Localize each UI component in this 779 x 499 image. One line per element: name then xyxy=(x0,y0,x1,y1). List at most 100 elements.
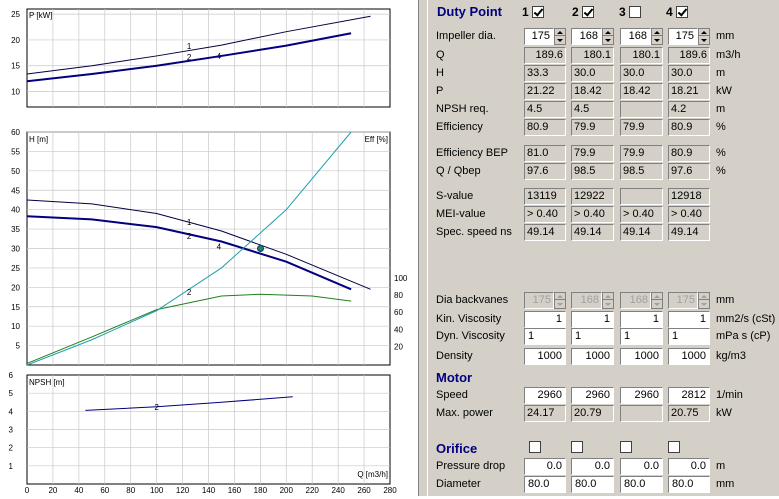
npsh-ytick-4: 4 xyxy=(9,407,14,416)
s-value-label: S-value xyxy=(436,190,474,202)
dia-backvanes-unit: mm xyxy=(716,294,735,306)
head-y2tick-60: 60 xyxy=(394,308,403,317)
density-value-3[interactable]: 1000 xyxy=(620,348,663,365)
pressure-drop-value-1[interactable]: 0.0 xyxy=(524,458,566,475)
s-value-value-1: 13119 xyxy=(524,188,566,205)
max-power-value-4: 20.75 xyxy=(668,405,710,422)
dia-backvanes-spinner-1[interactable] xyxy=(554,292,566,309)
pressure-drop-value-4[interactable]: 0.0 xyxy=(668,458,710,475)
kin-viscosity-value-2[interactable]: 1 xyxy=(571,311,614,328)
kin-viscosity-value-1[interactable]: 1 xyxy=(524,311,566,328)
duty-point-4-checkbox[interactable] xyxy=(676,6,688,18)
density-unit: kg/m3 xyxy=(716,350,746,362)
impeller-spinner-1[interactable] xyxy=(554,28,566,45)
kin-viscosity-value-4[interactable]: 1 xyxy=(668,311,710,328)
x-tick-160: 160 xyxy=(228,486,242,495)
pressure-drop-value-2[interactable]: 0.0 xyxy=(571,458,614,475)
impeller-value-1[interactable]: 175 xyxy=(524,28,554,45)
x-tick-180: 180 xyxy=(254,486,268,495)
density-value-2[interactable]: 1000 xyxy=(571,348,614,365)
diameter-value-3[interactable]: 80.0 xyxy=(620,476,663,493)
density-value-1[interactable]: 1000 xyxy=(524,348,566,365)
pressure-drop-unit: m xyxy=(716,460,726,472)
dia-backvanes-value-4[interactable]: 175 xyxy=(668,292,698,309)
speed-value-4[interactable]: 2812 xyxy=(668,387,710,404)
duty-point-num-1: 1 xyxy=(522,5,529,19)
q-qbep-label: Q / Qbep xyxy=(436,165,481,177)
diameter-value-4[interactable]: 80.0 xyxy=(668,476,710,493)
duty-point-num-2: 2 xyxy=(572,5,579,19)
npsh-chart: 123456NPSH [m]Q [m3/h]20 20 40 60 80 100 120 14… xyxy=(9,371,398,495)
head-ytick-45: 45 xyxy=(11,186,20,195)
orifice-title: Orifice xyxy=(436,441,478,456)
p-value-4: 18.21 xyxy=(668,83,710,100)
duty-point-1-checkbox[interactable] xyxy=(532,6,544,18)
duty-point-num-3: 3 xyxy=(619,5,626,19)
impeller-value-2[interactable]: 168 xyxy=(571,28,602,45)
npsh-ylabel: NPSH [m] xyxy=(29,378,65,387)
diameter-value-2[interactable]: 80.0 xyxy=(571,476,614,493)
diameter-label: Diameter xyxy=(436,478,481,490)
efficiency-bep-label: Efficiency BEP xyxy=(436,147,508,159)
density-value-4[interactable]: 1000 xyxy=(668,348,710,365)
speed-value-3[interactable]: 2960 xyxy=(620,387,663,404)
duty-point-2-checkbox[interactable] xyxy=(582,6,594,18)
speed-value-2[interactable]: 2960 xyxy=(571,387,614,404)
x-tick-40: 40 xyxy=(74,486,83,495)
h-value-4: 30.0 xyxy=(668,65,710,82)
x-tick-80: 80 xyxy=(126,486,135,495)
splitter-bar[interactable] xyxy=(418,0,428,496)
efficiency-value-3: 79.9 xyxy=(620,119,663,136)
chart-area: 10 15 20 25 P [kW] 1 2 4 5 10 15 20 25 30 35 40 45 50 55 6… xyxy=(0,0,418,496)
npsh-value-1: 4.5 xyxy=(524,101,566,118)
speed-value-1[interactable]: 2960 xyxy=(524,387,566,404)
diameter-unit: mm xyxy=(716,478,735,490)
impeller-value-3[interactable]: 168 xyxy=(620,28,651,45)
pressure-drop-value-3[interactable]: 0.0 xyxy=(620,458,663,475)
dia-backvanes-value-3[interactable]: 168 xyxy=(620,292,651,309)
orifice-3-checkbox[interactable] xyxy=(620,441,632,453)
q-qbep-unit: % xyxy=(716,165,726,177)
orifice-4-checkbox[interactable] xyxy=(668,441,680,453)
efficiency-bep-value-1: 81.0 xyxy=(524,145,566,162)
p-value-2: 18.42 xyxy=(571,83,614,100)
dyn-viscosity-value-2[interactable]: 1 xyxy=(571,328,614,345)
x-tick-60: 60 xyxy=(100,486,109,495)
impeller-spinner-3[interactable] xyxy=(651,28,663,45)
orifice-1-checkbox[interactable] xyxy=(529,441,541,453)
duty-point-marker xyxy=(256,245,264,252)
eff-label-2: 2 xyxy=(187,288,192,297)
x-tick-260: 260 xyxy=(357,486,371,495)
impeller-value-4[interactable]: 175 xyxy=(668,28,698,45)
diameter-value-1[interactable]: 80.0 xyxy=(524,476,566,493)
npsh-xlabel: Q [m3/h] xyxy=(357,470,388,479)
npsh-ytick-2: 2 xyxy=(9,444,14,453)
efficiency-value-4: 80.9 xyxy=(668,119,710,136)
orifice-2-checkbox[interactable] xyxy=(571,441,583,453)
duty-point-3-checkbox[interactable] xyxy=(629,6,641,18)
dia-backvanes-value-2[interactable]: 168 xyxy=(571,292,602,309)
p-value-1: 21.22 xyxy=(524,83,566,100)
dia-backvanes-spinner-2[interactable] xyxy=(602,292,614,309)
h-value-2: 30.0 xyxy=(571,65,614,82)
dyn-viscosity-value-4[interactable]: 1 xyxy=(668,328,710,345)
npsh-value-4: 4.2 xyxy=(668,101,710,118)
dyn-viscosity-value-3[interactable]: 1 xyxy=(620,328,663,345)
efficiency-bep-value-2: 79.9 xyxy=(571,145,614,162)
impeller-spinner-2[interactable] xyxy=(602,28,614,45)
dia-backvanes-spinner-4[interactable] xyxy=(698,292,710,309)
s-value-value-2: 12922 xyxy=(571,188,614,205)
dia-backvanes-value-1[interactable]: 175 xyxy=(524,292,554,309)
mei-value-label: MEI-value xyxy=(436,208,486,220)
mei-value-value-2: > 0.40 xyxy=(571,206,614,223)
dyn-viscosity-value-1[interactable]: 1 xyxy=(524,328,566,345)
dyn-viscosity-unit: mPa s (cP) xyxy=(716,330,771,342)
kin-viscosity-value-3[interactable]: 1 xyxy=(620,311,663,328)
power-ytick-20: 20 xyxy=(11,36,20,45)
efficiency-bep-unit: % xyxy=(716,147,726,159)
p-value-3: 18.42 xyxy=(620,83,663,100)
dia-backvanes-spinner-3[interactable] xyxy=(651,292,663,309)
s-value-value-3 xyxy=(620,188,663,205)
power-ytick-25: 25 xyxy=(11,10,20,19)
impeller-spinner-4[interactable] xyxy=(698,28,710,45)
